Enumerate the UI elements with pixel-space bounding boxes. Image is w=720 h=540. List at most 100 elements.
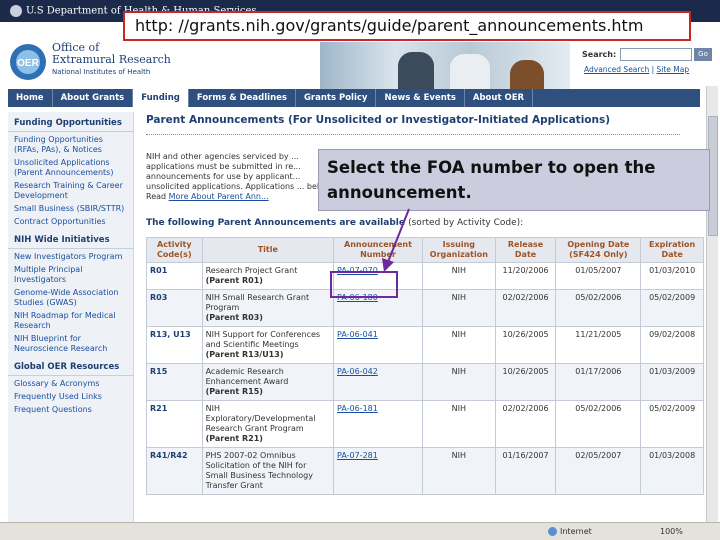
sidebar-item-frequent-questions[interactable]: Frequent Questions xyxy=(8,404,133,417)
parent-announcements-table: Activity Code(s) Title Announcement Numb… xyxy=(146,237,704,495)
opening-date: 05/02/2006 xyxy=(555,400,642,448)
activity-code: R41/R42 xyxy=(146,447,203,495)
announcement-number-link[interactable]: PA-06-042 xyxy=(333,363,423,401)
intro-text: NIH and other agencies serviced by ... a… xyxy=(146,152,336,202)
url-callout: http: //grants.nih.gov/grants/guide/pare… xyxy=(123,11,691,41)
oer-logo-icon[interactable]: OER xyxy=(8,42,48,82)
issuing-org: NIH xyxy=(421,447,496,495)
opening-date: 05/02/2006 xyxy=(555,289,642,327)
sidebar-item-frequent-links[interactable]: Frequently Used Links xyxy=(8,391,133,404)
nav-tab-about-grants[interactable]: About Grants xyxy=(53,89,134,107)
site-title[interactable]: Office of Extramural Research National I… xyxy=(52,42,171,78)
activity-code: R15 xyxy=(146,363,203,401)
sidebar-item-glossary[interactable]: Glossary & Acronyms xyxy=(8,378,133,391)
sidebar-section-title: Funding Opportunities xyxy=(8,112,133,132)
announcement-number-link[interactable]: PA-06-041 xyxy=(333,326,423,364)
issuing-org: NIH xyxy=(421,262,496,290)
release-date: 02/02/2006 xyxy=(494,400,557,448)
announcement-title-cell: Academic Research Enhancement Award (Pare… xyxy=(201,363,335,401)
nav-tab-grants-policy[interactable]: Grants Policy xyxy=(296,89,377,107)
sidebar-item-small-business[interactable]: Small Business (SBIR/STTR) xyxy=(8,203,133,216)
announcement-number-link[interactable]: PA-07-281 xyxy=(333,447,423,495)
site-map-link[interactable]: Site Map xyxy=(657,65,690,74)
sidebar-item-contract-opportunities[interactable]: Contract Opportunities xyxy=(8,216,133,229)
zoom-level[interactable]: 100% xyxy=(660,527,683,536)
expiration-date: 05/02/2009 xyxy=(640,400,704,448)
sidebar-item-gwas[interactable]: Genome-Wide Association Studies (GWAS) xyxy=(8,287,133,310)
table-header-row: Activity Code(s) Title Announcement Numb… xyxy=(146,237,704,263)
announcement-title-cell: PHS 2007-02 Omnibus Solicitation of the … xyxy=(201,447,335,495)
available-heading: The following Parent Announcements are a… xyxy=(146,218,523,228)
issuing-org: NIH xyxy=(421,400,496,448)
opening-date: 01/05/2007 xyxy=(555,262,642,290)
col-header-org: Issuing Organization xyxy=(421,237,496,263)
page-title: Parent Announcements (For Unsolicited or… xyxy=(146,114,611,126)
announcement-title: NIH Support for Conferences and Scientif… xyxy=(205,330,321,349)
announcement-title: Research Project Grant xyxy=(205,266,298,275)
globe-icon xyxy=(548,527,557,536)
parent-label: (Parent R03) xyxy=(205,313,263,322)
logo-text: OER xyxy=(17,58,39,69)
table-row: R13, U13 NIH Support for Conferences and… xyxy=(146,326,704,364)
parent-label: (Parent R01) xyxy=(205,276,263,285)
sidebar-item-multiple-pis[interactable]: Multiple Principal Investigators xyxy=(8,264,133,287)
title-divider xyxy=(146,134,680,135)
sidebar-item-blueprint[interactable]: NIH Blueprint for Neuroscience Research xyxy=(8,333,133,356)
sidebar-item-research-training[interactable]: Research Training & Career Development xyxy=(8,180,133,203)
hhs-seal-icon xyxy=(10,5,22,17)
search-label: Search: xyxy=(582,50,617,59)
nav-tab-forms-deadlines[interactable]: Forms & Deadlines xyxy=(189,89,296,107)
issuing-org: NIH xyxy=(421,289,496,327)
release-date: 10/26/2005 xyxy=(494,363,557,401)
search-input[interactable] xyxy=(620,48,692,61)
instruction-callout: Select the FOA number to open the announ… xyxy=(318,149,710,211)
advanced-search-link[interactable]: Advanced Search xyxy=(584,65,649,74)
sidebar-item-roadmap[interactable]: NIH Roadmap for Medical Research xyxy=(8,310,133,333)
browser-status-bar: Internet 100% xyxy=(0,522,720,540)
parent-label: (Parent R15) xyxy=(205,387,263,396)
site-subtitle: National Institutes of Health xyxy=(52,68,151,76)
expiration-date: 09/02/2008 xyxy=(640,326,704,364)
available-text: The following Parent Announcements are a… xyxy=(146,218,405,228)
opening-date: 11/21/2005 xyxy=(555,326,642,364)
sidebar-item-funding-opportunities[interactable]: Funding Opportunities (RFAs, PAs), & Not… xyxy=(8,134,133,157)
announcement-title-cell: NIH Exploratory/Developmental Research G… xyxy=(201,400,335,448)
nav-tab-news-events[interactable]: News & Events xyxy=(376,89,465,107)
main-nav: Home About Grants Funding Forms & Deadli… xyxy=(8,89,700,107)
expiration-date: 01/03/2010 xyxy=(640,262,704,290)
table-row: R41/R42 PHS 2007-02 Omnibus Solicitation… xyxy=(146,447,704,495)
nav-tab-funding[interactable]: Funding xyxy=(133,89,189,107)
expiration-date: 01/03/2009 xyxy=(640,363,704,401)
activity-code: R03 xyxy=(146,289,203,327)
search-go-button[interactable]: Go xyxy=(694,48,712,61)
browser-page: U.S Department of Health & Human Service… xyxy=(0,0,720,540)
activity-code: R13, U13 xyxy=(146,326,203,364)
table-row: R21 NIH Exploratory/Developmental Resear… xyxy=(146,400,704,448)
search-links: Advanced Search | Site Map xyxy=(584,65,689,74)
site-title-line2: Extramural Research xyxy=(52,53,171,66)
nav-tab-home[interactable]: Home xyxy=(8,89,53,107)
more-about-parent-link[interactable]: More About Parent Ann... xyxy=(169,192,269,201)
sidebar-section-title: Global OER Resources xyxy=(8,356,133,376)
sidebar-item-unsolicited-applications[interactable]: Unsolicited Applications (Parent Announc… xyxy=(8,157,133,180)
release-date: 10/26/2005 xyxy=(494,326,557,364)
col-header-opening: Opening Date (SF424 Only) xyxy=(555,237,642,263)
issuing-org: NIH xyxy=(421,363,496,401)
announcement-title: PHS 2007-02 Omnibus Solicitation of the … xyxy=(205,451,313,490)
activity-code: R21 xyxy=(146,400,203,448)
sorted-text: (sorted by Activity Code): xyxy=(408,218,524,228)
col-header-number: Announcement Number xyxy=(333,237,423,263)
nav-tab-about-oer[interactable]: About OER xyxy=(465,89,534,107)
activity-code: R01 xyxy=(146,262,203,290)
parent-label: (Parent R21) xyxy=(205,434,263,443)
sidebar: Funding Opportunities Funding Opportunit… xyxy=(8,112,134,522)
col-header-expiration: Expiration Date xyxy=(640,237,704,263)
announcement-number-link[interactable]: PA-06-181 xyxy=(333,400,423,448)
status-zone-label: Internet xyxy=(560,527,592,536)
release-date: 11/20/2006 xyxy=(494,262,557,290)
expiration-date: 01/03/2008 xyxy=(640,447,704,495)
table-row: R03 NIH Small Research Grant Program (Par… xyxy=(146,289,704,327)
issuing-org: NIH xyxy=(421,326,496,364)
sidebar-item-new-investigators[interactable]: New Investigators Program xyxy=(8,251,133,264)
table-row: R01 Research Project Grant (Parent R01) P… xyxy=(146,262,704,290)
